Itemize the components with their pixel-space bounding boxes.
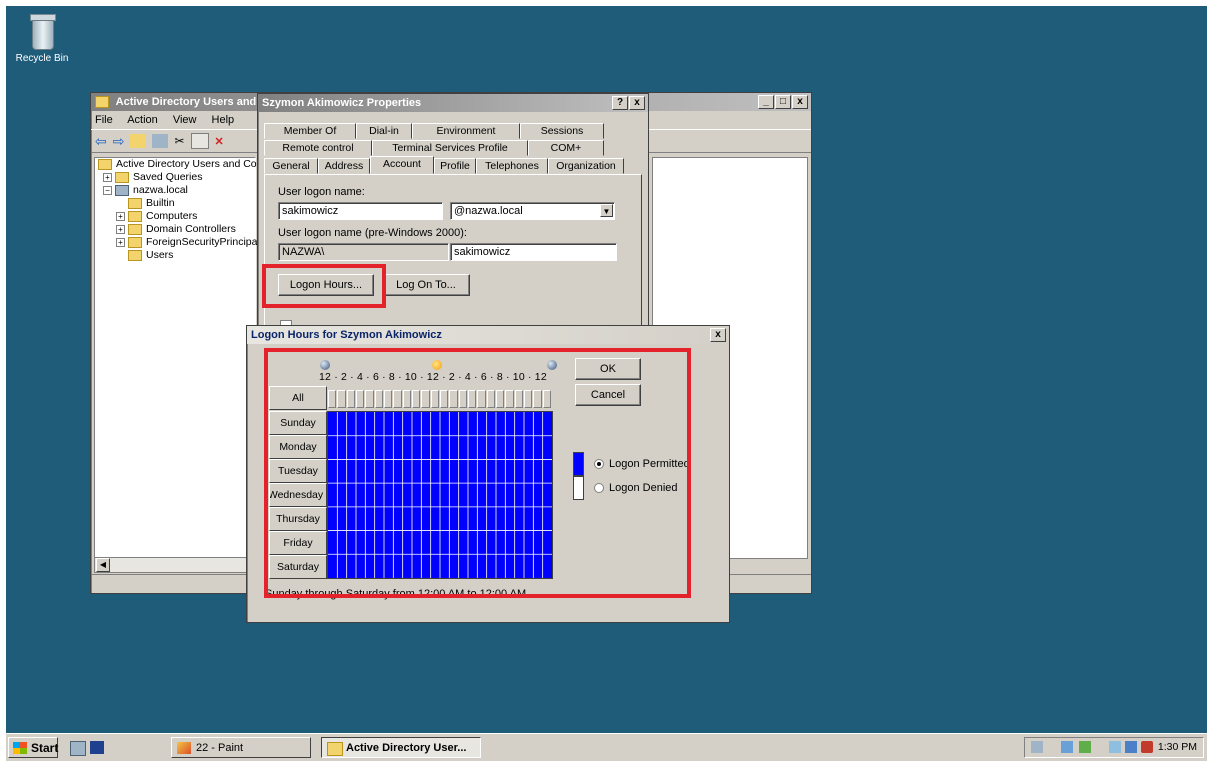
- recycle-bin[interactable]: Recycle Bin: [14, 14, 70, 64]
- log-on-to-button[interactable]: Log On To...: [382, 274, 470, 296]
- tab-row-1: Member Of Dial-in Environment Sessions: [264, 123, 604, 139]
- logon-name-label: User logon name:: [278, 186, 365, 198]
- minimize-button[interactable]: _: [758, 95, 774, 109]
- start-button[interactable]: Start: [8, 737, 58, 758]
- tab-profile[interactable]: Profile: [434, 158, 476, 174]
- aduc-icon: [327, 742, 343, 756]
- folder-icon: [128, 249, 142, 261]
- aduc-title: Active Directory Users and: [115, 96, 257, 108]
- expand-icon[interactable]: +: [116, 211, 125, 221]
- up-folder-icon[interactable]: [130, 134, 147, 148]
- back-icon[interactable]: ⇦: [95, 133, 107, 150]
- folder-icon: [128, 236, 142, 248]
- tab-organization[interactable]: Organization: [548, 158, 624, 174]
- aduc-app-icon: [95, 96, 109, 109]
- copy-icon[interactable]: [190, 133, 209, 149]
- tree-saved-queries[interactable]: + Saved Queries: [95, 171, 255, 184]
- logon-name-input[interactable]: sakimowicz: [278, 202, 443, 220]
- taskbar-aduc[interactable]: Active Directory User...: [321, 737, 481, 758]
- tree-horizontal-scrollbar[interactable]: ◀: [94, 557, 256, 573]
- recycle-bin-icon: [28, 14, 56, 50]
- menu-action[interactable]: Action: [127, 114, 158, 126]
- menu-help[interactable]: Help: [212, 114, 235, 126]
- cut-icon[interactable]: ✂: [174, 134, 184, 148]
- tree-builtin[interactable]: Builtin: [95, 197, 255, 210]
- show-tree-icon[interactable]: [152, 134, 169, 148]
- expand-icon[interactable]: +: [116, 224, 125, 234]
- menu-file[interactable]: File: [95, 114, 113, 126]
- tree-computers[interactable]: + Computers: [95, 210, 255, 223]
- tab-row-3: General Address Account Profile Telephon…: [264, 156, 624, 174]
- tree-foreign[interactable]: + ForeignSecurityPrincipa: [95, 236, 257, 249]
- tree-domain-controllers[interactable]: + Domain Controllers: [95, 223, 255, 236]
- logon-hours-titlebar[interactable]: Logon Hours for Szymon Akimowicz x: [247, 326, 729, 344]
- logon-hours-title: Logon Hours for Szymon Akimowicz: [251, 329, 442, 341]
- system-tray: 1:30 PM: [1024, 737, 1204, 758]
- forward-icon[interactable]: ⇨: [113, 133, 125, 150]
- help-button[interactable]: ?: [612, 96, 628, 110]
- powershell-icon[interactable]: [90, 741, 104, 754]
- properties-dialog: Szymon Akimowicz Properties ? x Member O…: [257, 93, 649, 335]
- tab-row-2: Remote control Terminal Services Profile…: [264, 140, 604, 156]
- expand-icon[interactable]: +: [103, 172, 112, 182]
- tray-volume-icon[interactable]: [1141, 741, 1153, 753]
- folder-icon: [98, 158, 112, 170]
- chevron-down-icon[interactable]: ▼: [600, 204, 613, 217]
- tab-address[interactable]: Address: [318, 158, 370, 174]
- tree-users[interactable]: Users: [95, 249, 255, 262]
- taskbar-paint-label: 22 - Paint: [196, 742, 244, 754]
- domain-suffix-value: @nazwa.local: [454, 205, 523, 217]
- highlight-box-hours-grid: [264, 348, 691, 598]
- scroll-left-icon[interactable]: ◀: [96, 558, 110, 572]
- properties-titlebar[interactable]: Szymon Akimowicz Properties ? x: [258, 94, 648, 112]
- domain-icon: [115, 184, 129, 196]
- folder-icon: [128, 210, 142, 222]
- delete-icon[interactable]: ✕: [215, 135, 224, 148]
- windows-logo-icon: [13, 742, 27, 754]
- tray-display-icon[interactable]: [1125, 741, 1137, 753]
- tray-computer-icon[interactable]: [1061, 741, 1073, 753]
- prewin-domain-field: NAZWA\: [278, 243, 449, 261]
- collapse-icon[interactable]: −: [103, 185, 112, 195]
- tree-root[interactable]: Active Directory Users and Cor: [95, 158, 260, 171]
- start-label: Start: [31, 741, 59, 755]
- tray-security-icon[interactable]: [1079, 741, 1091, 753]
- recycle-bin-label: Recycle Bin: [15, 53, 69, 64]
- folder-icon: [128, 223, 142, 235]
- logon-hours-close-button[interactable]: x: [710, 328, 726, 342]
- paint-icon: [177, 742, 191, 754]
- properties-close-button[interactable]: x: [629, 96, 645, 110]
- folder-icon: [128, 197, 142, 209]
- properties-title: Szymon Akimowicz Properties: [262, 97, 422, 109]
- folder-icon: [115, 171, 129, 183]
- highlight-box-logon-hours: [262, 264, 386, 308]
- close-button[interactable]: x: [792, 95, 808, 109]
- tab-remote-control[interactable]: Remote control: [264, 140, 372, 156]
- tab-ts-profile[interactable]: Terminal Services Profile: [372, 140, 528, 156]
- prewin-user-input[interactable]: sakimowicz: [450, 243, 617, 261]
- tab-environment[interactable]: Environment: [412, 123, 520, 139]
- tab-dial-in[interactable]: Dial-in: [356, 123, 412, 139]
- prewin-label: User logon name (pre-Windows 2000):: [278, 227, 467, 239]
- expand-icon[interactable]: +: [116, 237, 125, 247]
- tab-telephones[interactable]: Telephones: [476, 158, 548, 174]
- tab-account[interactable]: Account: [370, 156, 434, 174]
- tray-device-icon[interactable]: [1109, 741, 1121, 753]
- taskbar-aduc-label: Active Directory User...: [346, 742, 467, 754]
- console-tree: Active Directory Users and Cor + Saved Qu…: [94, 157, 260, 559]
- taskbar-paint[interactable]: 22 - Paint: [171, 737, 311, 758]
- tree-domain[interactable]: − nazwa.local: [95, 184, 255, 197]
- menu-view[interactable]: View: [173, 114, 197, 126]
- tab-general[interactable]: General: [264, 158, 318, 174]
- taskbar: Start 22 - Paint Active Directory User..…: [6, 733, 1207, 761]
- tab-member-of[interactable]: Member Of: [264, 123, 356, 139]
- tab-sessions[interactable]: Sessions: [520, 123, 604, 139]
- domain-suffix-select[interactable]: @nazwa.local ▼: [450, 202, 615, 220]
- maximize-button[interactable]: □: [775, 95, 791, 109]
- server-manager-icon[interactable]: [70, 741, 86, 756]
- tab-com[interactable]: COM+: [528, 140, 604, 156]
- clock[interactable]: 1:30 PM: [1158, 741, 1197, 753]
- logon-hours-dialog: Logon Hours for Szymon Akimowicz x 12 · …: [246, 325, 730, 623]
- tray-network-icon[interactable]: [1031, 741, 1043, 753]
